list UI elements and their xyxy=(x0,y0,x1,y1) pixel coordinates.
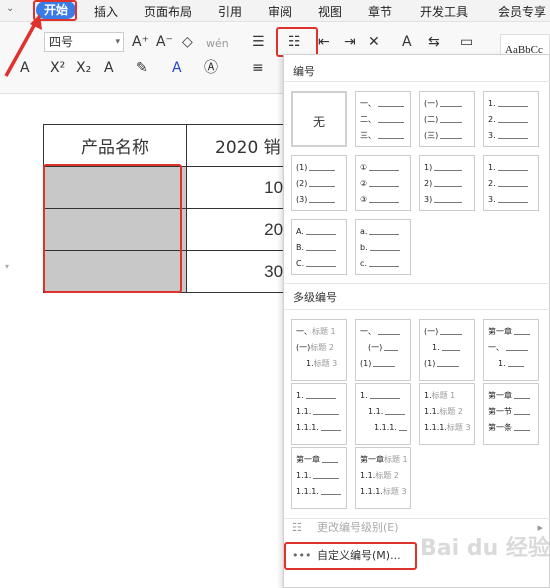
multilevel-tile[interactable]: 第一章标题 1 1.1.标题 2 1.1.1.标题 3 xyxy=(355,447,411,509)
tab-chapter[interactable]: 章节 xyxy=(368,3,392,20)
watermark: Bai du 经验 xyxy=(420,536,550,561)
char-border-icon[interactable]: Ⓐ xyxy=(204,60,218,76)
phonetic-guide-icon[interactable]: wén xyxy=(206,36,229,52)
numbering-tile[interactable]: 1. 2. 3. xyxy=(483,91,539,147)
shrink-font-icon[interactable]: A⁻ xyxy=(156,34,173,50)
numbering-tile[interactable]: (1) (2) (3) xyxy=(291,155,347,211)
multilevel-tile[interactable]: 一、标题 1 (一)标题 2 1.标题 3 xyxy=(291,319,347,381)
tab-page-layout[interactable]: 页面布局 xyxy=(144,3,192,20)
none-label: 无 xyxy=(312,115,325,129)
table-row: 产品名称 2020 销 xyxy=(43,124,307,167)
tab-review[interactable]: 审阅 xyxy=(268,3,292,20)
numbering-tile[interactable]: 1. 2. 3. xyxy=(483,155,539,211)
menu-bar: ⌄ 开始 插入 页面布局 引用 审阅 视图 章节 开发工具 会员专享 xyxy=(0,0,550,22)
multilevel-tile[interactable]: (一) 1. (1) xyxy=(419,319,475,381)
clear-format-icon[interactable]: ◇ xyxy=(182,34,193,50)
menu-item-label: 更改编号级别(E) xyxy=(317,521,399,534)
font-effect-icon[interactable]: A xyxy=(104,60,114,76)
tab-developer[interactable]: 开发工具 xyxy=(420,3,468,20)
increase-indent-icon[interactable]: ⇥ xyxy=(344,34,356,50)
bullet-list-icon[interactable]: ☰ xyxy=(252,34,265,50)
tab-member[interactable]: 会员专享 xyxy=(498,3,546,20)
numbering-tile[interactable]: a. b. c. xyxy=(355,219,411,275)
table-header-cell[interactable]: 产品名称 xyxy=(43,124,187,167)
chevron-down-icon: ▾ xyxy=(115,37,120,47)
grow-font-icon[interactable]: A⁺ xyxy=(132,34,149,50)
multilevel-tile[interactable]: 一、 (一) (1) xyxy=(355,319,411,381)
font-color-icon[interactable]: A xyxy=(172,60,182,76)
chinese-layout-icon[interactable]: ✕ xyxy=(368,34,380,50)
multilevel-tile[interactable]: 1. 1.1. 1.1.1. xyxy=(291,383,347,445)
numbering-tile[interactable]: (一) (二) (三) xyxy=(419,91,475,147)
line-spacing-icon[interactable]: ⇆ xyxy=(428,34,440,50)
text-direction-icon[interactable]: A xyxy=(402,34,412,50)
numbering-tile[interactable]: 1) 2) 3) xyxy=(419,155,475,211)
tab-insert[interactable]: 插入 xyxy=(94,3,118,20)
tab-references[interactable]: 引用 xyxy=(218,3,242,20)
highlight-start-tab xyxy=(33,0,77,21)
numbering-tile[interactable]: ① ② ③ xyxy=(355,155,411,211)
multilevel-tile[interactable]: 第一章 第一节 第一条 xyxy=(483,383,539,445)
multilevel-tile[interactable]: 第一章 一、 1. xyxy=(483,319,539,381)
table-icon[interactable]: ▭ xyxy=(460,34,473,50)
decrease-indent-icon[interactable]: ⇤ xyxy=(318,34,330,50)
numbering-dropdown: 编号 无 一、 二、 三、 (一) (二) (三) 1. 2. 3. (1) (… xyxy=(283,54,550,588)
highlight-selected-cells xyxy=(43,164,182,293)
multilevel-tile[interactable]: 第一章 1.1. 1.1.1. xyxy=(291,447,347,509)
numbering-tile[interactable]: 一、 二、 三、 xyxy=(355,91,411,147)
highlight-icon[interactable]: ✎ xyxy=(136,60,148,76)
numbering-tile[interactable]: A. B. C. xyxy=(291,219,347,275)
highlight-numbering-button xyxy=(276,27,318,57)
highlight-custom-numbering xyxy=(284,542,417,570)
section-title-multilevel: 多级编号 xyxy=(293,291,337,304)
multilevel-tile[interactable]: 1.标题 1 1.1.标题 2 1.1.1.标题 3 xyxy=(419,383,475,445)
multilevel-tile[interactable]: 1. 1.1. 1.1.1. xyxy=(355,383,411,445)
margin-marker-icon: ▾ xyxy=(5,262,10,271)
change-level-icon: ☷ xyxy=(292,521,302,534)
tab-view[interactable]: 视图 xyxy=(318,3,342,20)
align-left-icon[interactable]: ≡ xyxy=(252,60,264,76)
subscript-icon[interactable]: X₂ xyxy=(76,60,91,76)
numbering-none-tile[interactable]: 无 xyxy=(291,91,347,147)
section-title-numbering: 编号 xyxy=(293,65,315,78)
